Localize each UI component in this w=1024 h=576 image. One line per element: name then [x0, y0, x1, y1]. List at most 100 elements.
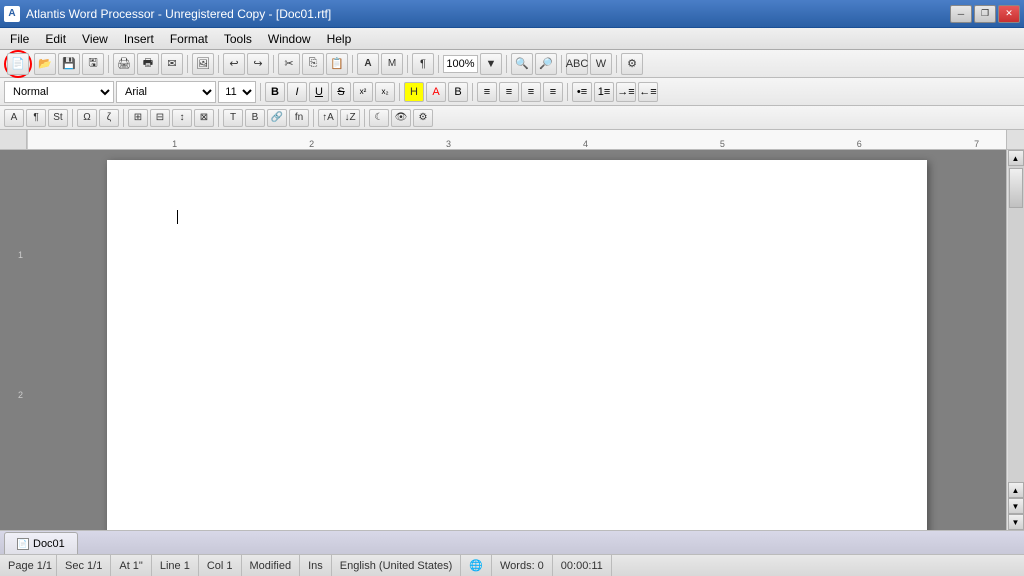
- symbol-btn[interactable]: ζ: [99, 109, 119, 127]
- picture-button[interactable]: 🖼: [192, 53, 214, 75]
- undo-button[interactable]: ↩: [223, 53, 245, 75]
- print-button[interactable]: 🖶: [137, 53, 159, 75]
- menu-insert[interactable]: Insert: [116, 28, 162, 49]
- title-bar: A Atlantis Word Processor - Unregistered…: [0, 0, 1024, 28]
- word-count-btn[interactable]: W: [590, 53, 612, 75]
- menu-file[interactable]: File: [2, 28, 37, 49]
- menu-view[interactable]: View: [74, 28, 116, 49]
- scroll-up-arrow[interactable]: ▲: [1008, 150, 1024, 166]
- status-page: Page 1/1: [4, 555, 57, 576]
- bold-button[interactable]: B: [265, 82, 285, 102]
- align-right-button[interactable]: ≡: [521, 82, 541, 102]
- restore-button[interactable]: ❐: [974, 5, 996, 23]
- minimize-button[interactable]: ─: [950, 5, 972, 23]
- save-button[interactable]: 💾: [58, 53, 80, 75]
- zoom-input[interactable]: [443, 55, 478, 73]
- table-props-btn[interactable]: ⊟: [150, 109, 170, 127]
- scroll-page-up[interactable]: ▲: [1008, 482, 1024, 498]
- table-btn[interactable]: ⊞: [128, 109, 148, 127]
- highlight-btn[interactable]: M: [381, 53, 403, 75]
- indent-less-button[interactable]: ←≡: [638, 82, 658, 102]
- toc-btn[interactable]: T: [223, 109, 243, 127]
- status-line: Line 1: [152, 555, 199, 576]
- copy-button[interactable]: ⎘: [302, 53, 324, 75]
- read-mode-btn[interactable]: 👁: [391, 109, 411, 127]
- sep2: [187, 55, 188, 73]
- hyperlink-btn[interactable]: 🔗: [267, 109, 287, 127]
- font-dropdown[interactable]: Arial: [116, 81, 216, 103]
- tb3-sep2: [123, 109, 124, 127]
- style-apply-btn[interactable]: A: [4, 109, 24, 127]
- title-left: A Atlantis Word Processor - Unregistered…: [4, 6, 331, 22]
- status-language: English (United States): [332, 555, 462, 576]
- save-all-button[interactable]: 🖫: [82, 53, 104, 75]
- doc-tab-doc01[interactable]: 📄 Doc01: [4, 532, 78, 554]
- font-color-button[interactable]: A: [426, 82, 446, 102]
- insert-col-btn[interactable]: ↕: [172, 109, 192, 127]
- size-dropdown[interactable]: 11: [218, 81, 256, 103]
- zoom-in-btn[interactable]: 🔎: [535, 53, 557, 75]
- subscript-button[interactable]: x₂: [375, 82, 395, 102]
- menu-help[interactable]: Help: [319, 28, 360, 49]
- close-button[interactable]: ✕: [998, 5, 1020, 23]
- scroll-thumb[interactable]: [1009, 168, 1023, 208]
- toolbar2: Normal Arial 11 B I U S x² x₂ H A B ≡ ≡ …: [0, 78, 1024, 106]
- styles-btn[interactable]: St: [48, 109, 68, 127]
- cut-button[interactable]: ✂: [278, 53, 300, 75]
- fmt-sep4: [567, 83, 568, 101]
- highlight-text-button[interactable]: H: [404, 82, 424, 102]
- align-center-button[interactable]: ≡: [499, 82, 519, 102]
- sort-asc-btn[interactable]: ↑A: [318, 109, 338, 127]
- sort-desc-btn[interactable]: ↓Z: [340, 109, 360, 127]
- menu-edit[interactable]: Edit: [37, 28, 74, 49]
- status-section: Sec 1/1: [57, 555, 111, 576]
- print-preview-button[interactable]: 🖨: [113, 53, 135, 75]
- style-dropdown[interactable]: Normal: [4, 81, 114, 103]
- status-col: Col 1: [199, 555, 242, 576]
- redo-button[interactable]: ↪: [247, 53, 269, 75]
- new-button[interactable]: 📄: [7, 53, 29, 75]
- menu-tools[interactable]: Tools: [216, 28, 260, 49]
- sep7: [438, 55, 439, 73]
- paragraph-btn[interactable]: ¶: [26, 109, 46, 127]
- line-spacing-btn[interactable]: ¶: [412, 53, 434, 75]
- superscript-button[interactable]: x²: [353, 82, 373, 102]
- menu-format[interactable]: Format: [162, 28, 216, 49]
- zoom-dropdown-btn[interactable]: ▼: [480, 53, 502, 75]
- spell-check-btn[interactable]: ABC: [566, 53, 588, 75]
- special-chars-btn[interactable]: Ω: [77, 109, 97, 127]
- footnote-btn[interactable]: fn: [289, 109, 309, 127]
- paste-button[interactable]: 📋: [326, 53, 348, 75]
- bg-color-button[interactable]: B: [448, 82, 468, 102]
- font-color-btn[interactable]: A: [357, 53, 379, 75]
- justify-button[interactable]: ≡: [543, 82, 563, 102]
- zoom-out-btn[interactable]: 🔍: [511, 53, 533, 75]
- new-button-highlight: 📄: [4, 50, 32, 78]
- vertical-scrollbar[interactable]: ▲ ▲ ▼ ▼: [1006, 150, 1024, 530]
- number-list-button[interactable]: 1≡: [594, 82, 614, 102]
- delete-col-btn[interactable]: ⊠: [194, 109, 214, 127]
- sep4: [273, 55, 274, 73]
- email-button[interactable]: ✉: [161, 53, 183, 75]
- doc-tab-name: Doc01: [33, 538, 65, 550]
- underline-button[interactable]: U: [309, 82, 329, 102]
- options-btn[interactable]: ⚙: [621, 53, 643, 75]
- open-button[interactable]: 📂: [34, 53, 56, 75]
- scroll-track[interactable]: [1008, 166, 1024, 482]
- bookmark-btn[interactable]: B: [245, 109, 265, 127]
- align-left-button[interactable]: ≡: [477, 82, 497, 102]
- scroll-down-arrow[interactable]: ▼: [1008, 514, 1024, 530]
- menu-window[interactable]: Window: [260, 28, 319, 49]
- settings-btn[interactable]: ⚙: [413, 109, 433, 127]
- bullet-list-button[interactable]: •≡: [572, 82, 592, 102]
- document-scroll[interactable]: ALL PC World All Apps For A Free World: [27, 150, 1006, 530]
- indent-more-button[interactable]: →≡: [616, 82, 636, 102]
- italic-button[interactable]: I: [287, 82, 307, 102]
- document-page[interactable]: ALL PC World All Apps For A Free World: [107, 160, 927, 530]
- main-area: 1 2 ALL PC World All Apps For A Free Wor…: [0, 150, 1024, 530]
- scroll-page-down[interactable]: ▼: [1008, 498, 1024, 514]
- ruler-mark-3: 3: [446, 139, 451, 149]
- night-mode-btn[interactable]: ☾: [369, 109, 389, 127]
- strikethrough-button[interactable]: S: [331, 82, 351, 102]
- ruler-container: 1 2 3 4 5 6 7: [0, 130, 1024, 150]
